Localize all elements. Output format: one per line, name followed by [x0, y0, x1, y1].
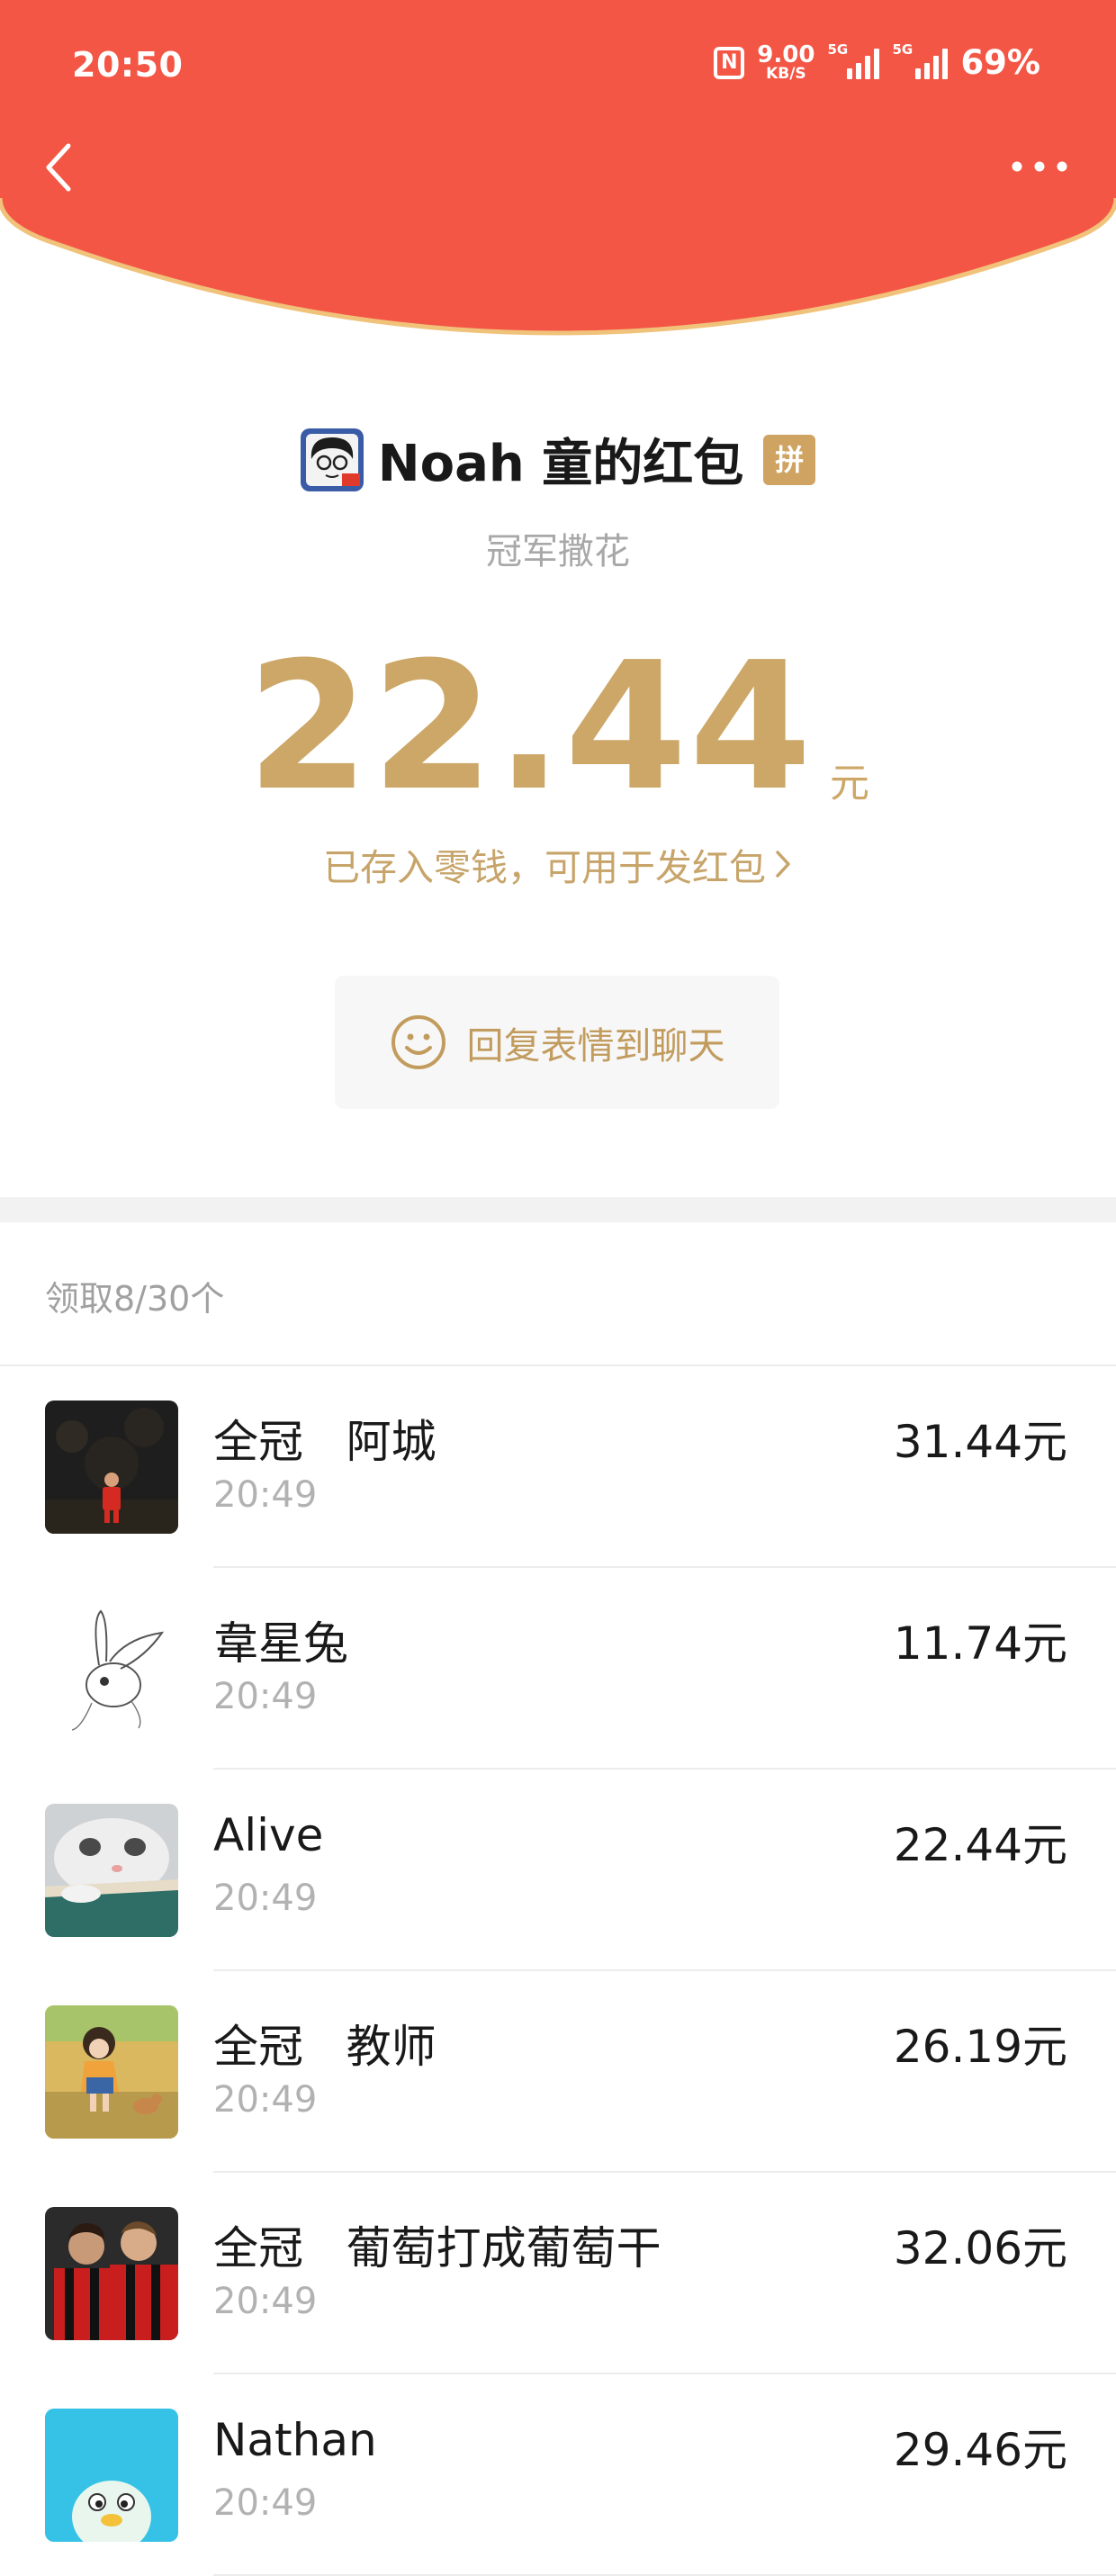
claim-time: 20:49: [213, 2281, 318, 2322]
status-time: 20:50: [72, 45, 184, 85]
list-item[interactable]: 韋星兔 20:49 11.74元: [0, 1568, 1116, 1770]
chevron-right-icon: [776, 851, 790, 878]
claim-amount: 11.74元: [893, 1617, 1067, 1670]
reply-sticker-button[interactable]: 回复表情到聊天: [335, 976, 779, 1109]
amount-unit: 元: [829, 761, 869, 806]
reply-label: 回复表情到聊天: [466, 1024, 725, 1067]
soccer-player-avatar[interactable]: [45, 1401, 178, 1534]
sender-name: Noah 童的红包: [377, 435, 744, 493]
signal-tag: 5G: [892, 41, 914, 58]
network-speed: 9.00 KB/S: [757, 43, 814, 82]
claimer-name: 全冠 教师: [213, 2021, 436, 2073]
status-icons: N 9.00 KB/S 5G 5G 69%: [714, 41, 1040, 82]
list-item[interactable]: Alive 20:49 22.44元: [0, 1770, 1116, 1971]
claim-amount: 22.44元: [893, 1819, 1067, 1871]
list-item[interactable]: Nathan 20:49 29.46元: [0, 2374, 1116, 2576]
claim-amount: 31.44元: [893, 1416, 1067, 1468]
smiley-icon: [391, 1015, 446, 1069]
back-button[interactable]: [36, 135, 90, 198]
chevron-left-icon: [46, 143, 71, 192]
more-button[interactable]: [1008, 149, 1071, 185]
football-players-avatar[interactable]: [45, 2207, 178, 2340]
claim-time: 20:49: [213, 2079, 318, 2121]
anime-girl-avatar[interactable]: [45, 2005, 178, 2139]
signal-5g-icon: 5G: [827, 41, 880, 79]
signal-tag: 5G: [827, 41, 849, 58]
record-list: 全冠 阿城 20:49 31.44元 韋星兔 20:49 11.74元 Aliv…: [0, 1366, 1116, 2576]
section-separator: [0, 1197, 1116, 1222]
greeting-text: 冠军撒花: [486, 531, 630, 572]
network-speed-unit: KB/S: [766, 65, 806, 83]
battery-level: 69%: [960, 43, 1040, 82]
signal-5g-icon: 5G: [892, 41, 949, 79]
claim-time: 20:49: [213, 1474, 318, 1516]
stored-note-text: 已存入零钱，可用于发红包: [323, 846, 766, 889]
list-item[interactable]: 全冠 葡萄打成葡萄干 20:49 32.06元: [0, 2173, 1116, 2374]
cartoon-bird-avatar[interactable]: [45, 2409, 178, 2542]
claimer-name: 韋星兔: [213, 1617, 348, 1670]
claim-amount: 26.19元: [893, 2021, 1067, 2073]
stored-to-wallet-link[interactable]: 已存入零钱，可用于发红包: [0, 837, 1116, 891]
list-item[interactable]: 全冠 教师 20:49 26.19元: [0, 1971, 1116, 2173]
list-item[interactable]: 全冠 阿城 20:49 31.44元: [0, 1366, 1116, 1568]
more-dots-icon: [1012, 161, 1067, 172]
claimer-name: Nathan: [213, 2414, 377, 2466]
rabbit-sketch-avatar[interactable]: [45, 1602, 178, 1735]
nfc-icon: N: [714, 46, 745, 79]
pin-badge: 拼: [763, 434, 816, 485]
sender-row: Noah 童的红包 拼: [0, 423, 1116, 496]
claim-amount: 32.06元: [893, 2222, 1067, 2274]
amount-row: 22.44 元: [0, 639, 1116, 815]
claimer-name: 全冠 阿城: [213, 1416, 436, 1468]
claim-time: 20:49: [213, 1878, 318, 1919]
claim-time: 20:49: [213, 1676, 318, 1717]
status-bar: 20:50 N 9.00 KB/S 5G 5G 69%: [0, 0, 1116, 135]
claim-time: 20:49: [213, 2482, 318, 2524]
network-speed-value: 9.00: [757, 41, 815, 68]
claimer-name: Alive: [213, 1809, 324, 1861]
sender-avatar[interactable]: [300, 428, 364, 491]
received-count: 领取8/30个: [45, 1279, 225, 1319]
cat-avatar[interactable]: [45, 1804, 178, 1937]
claim-amount: 29.46元: [893, 2424, 1067, 2476]
claimer-name: 全冠 葡萄打成葡萄干: [213, 2222, 662, 2274]
amount-value: 22.44: [247, 625, 814, 830]
